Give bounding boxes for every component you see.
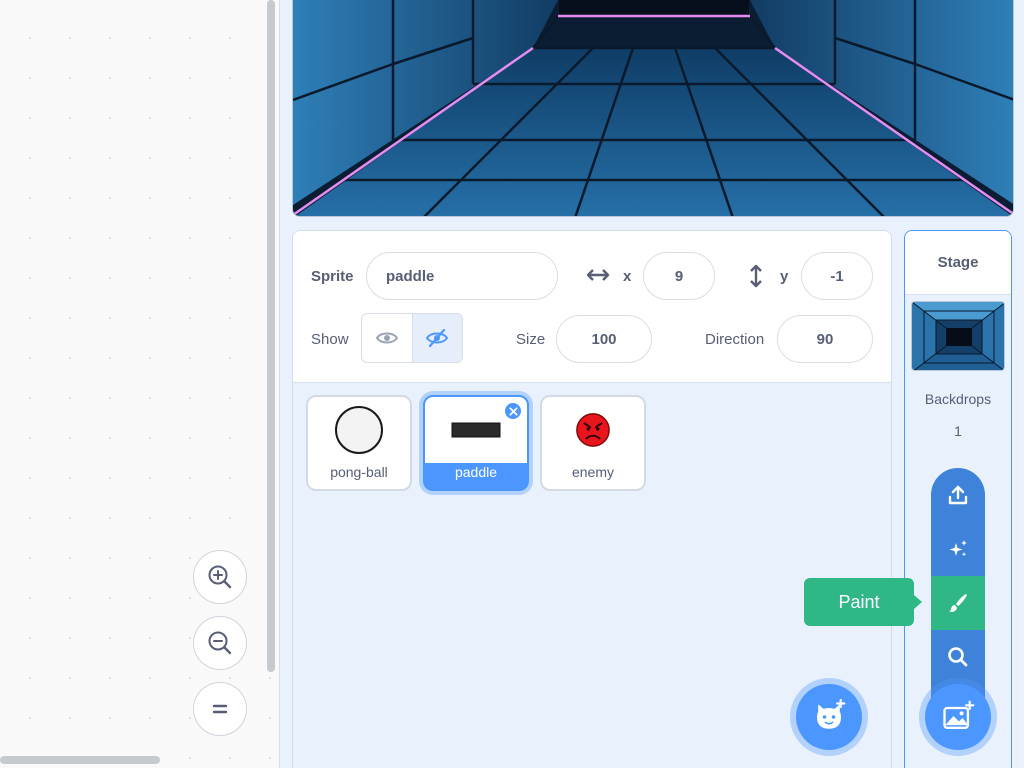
ball-thumbnail [308,397,410,463]
visibility-toggle-group [361,313,463,363]
x-position-input[interactable]: 9 [643,252,715,300]
zoom-out-button[interactable] [193,616,247,670]
close-icon [508,406,518,416]
direction-input[interactable]: 90 [777,315,873,363]
zoom-in-icon [208,565,232,589]
backdrops-count: 1 [954,423,962,439]
sprite-tile-label: pong-ball [330,464,388,480]
stage-header: Stage [905,231,1011,295]
zoom-out-icon [208,631,232,655]
backdrop-menu [931,468,985,708]
choose-backdrop-button[interactable] [931,630,985,684]
zoom-in-button[interactable] [193,550,247,604]
y-position-input[interactable]: -1 [801,252,873,300]
stage-canvas[interactable] [292,0,1014,217]
paint-backdrop-button[interactable] [931,576,985,630]
search-icon [948,647,968,667]
sprite-info-panel: Sprite paddle x 9 y -1 Show Size 100 Dir… [293,231,891,383]
size-label: Size [516,331,546,348]
upload-icon [948,485,968,505]
sprite-tile-pong-ball[interactable]: pong-ball [306,395,412,491]
choose-backdrop-fab[interactable] [925,684,991,750]
sprite-tile-label: paddle [454,464,498,480]
backdrops-label: Backdrops [924,391,992,407]
code-workspace[interactable] [0,0,280,768]
sprite-name-input[interactable]: paddle [366,252,558,300]
vertical-arrows-icon [746,263,766,289]
sprite-tile-enemy[interactable]: enemy [540,395,646,491]
x-label: x [623,268,632,285]
upload-backdrop-button[interactable] [931,468,985,522]
horizontal-arrows-icon [585,265,611,285]
sprite-pane: Sprite paddle x 9 y -1 Show Size 100 Dir… [292,230,892,768]
equals-icon [212,704,228,714]
sprite-label: Sprite [311,268,354,285]
sprite-tile-label: enemy [571,464,615,480]
paint-icon [949,594,967,612]
eye-icon [375,332,398,344]
image-plus-icon [943,700,975,729]
hide-sprite-button[interactable] [412,314,462,362]
delete-sprite-button[interactable] [503,401,523,421]
workspace-vertical-scrollbar[interactable] [267,0,275,672]
eye-slash-icon [426,328,449,348]
paint-tooltip: Paint [804,578,922,626]
direction-label: Direction [705,331,765,348]
tunnel-backdrop-image [293,0,1013,216]
y-label: y [780,268,789,285]
surprise-icon [949,540,967,557]
workspace-horizontal-scrollbar[interactable] [0,756,160,764]
choose-sprite-button[interactable] [796,684,862,750]
backdrop-thumbnail[interactable] [911,301,1005,371]
zoom-reset-button[interactable] [193,682,247,736]
surprise-backdrop-button[interactable] [931,522,985,576]
angry-face-thumbnail [542,397,644,463]
show-sprite-button[interactable] [362,314,413,362]
sprite-tile-paddle[interactable]: paddle [423,395,529,491]
size-input[interactable]: 100 [556,315,652,363]
cat-plus-icon [817,699,846,729]
show-label: Show [311,331,349,348]
